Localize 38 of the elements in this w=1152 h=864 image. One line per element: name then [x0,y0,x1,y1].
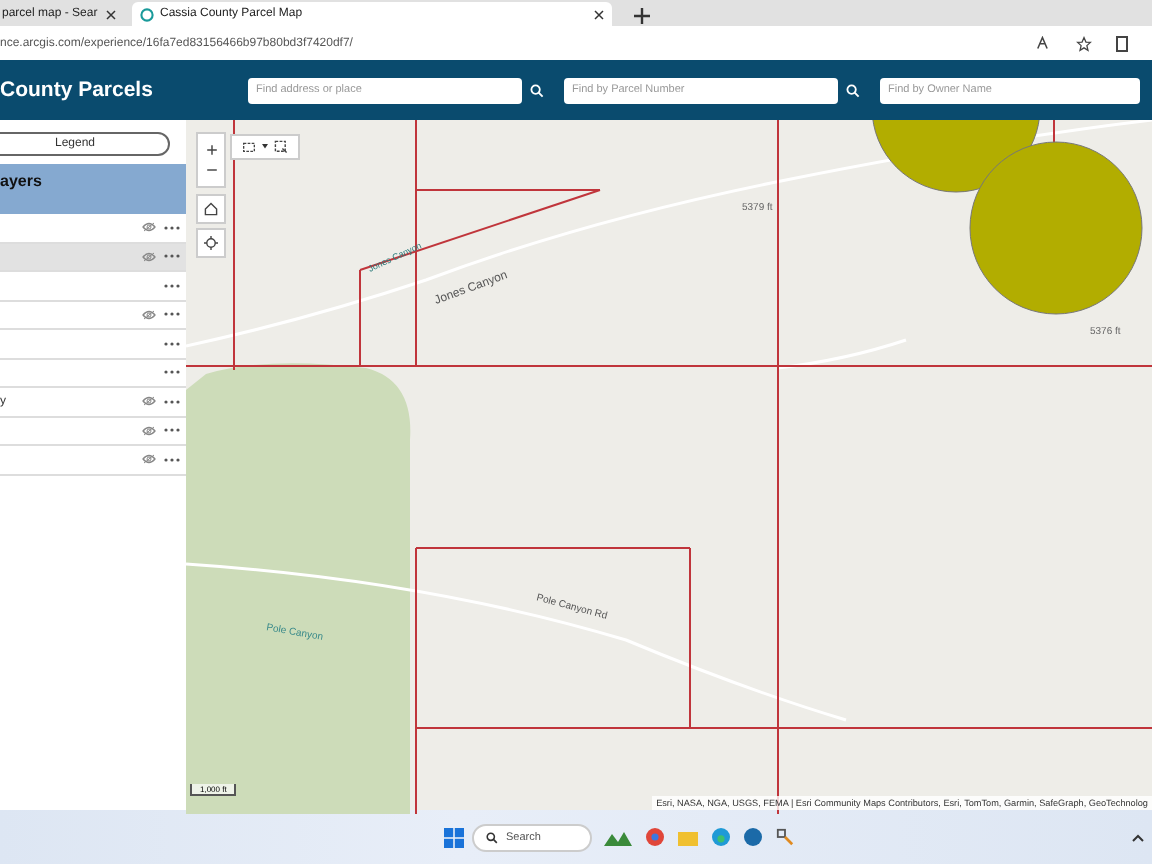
more-options-icon[interactable] [164,254,180,259]
eye-slash-icon[interactable] [142,425,156,436]
sidebar-icon[interactable] [1116,35,1128,51]
more-options-icon[interactable] [164,457,180,462]
home-icon[interactable] [204,202,218,216]
more-options-icon[interactable] [164,399,180,404]
clear-selection-icon[interactable] [274,140,288,154]
search-icon[interactable] [530,83,544,97]
new-tab-icon[interactable] [632,6,652,26]
app-title: County Parcels [0,78,155,102]
more-options-icon[interactable] [164,225,180,230]
close-icon[interactable] [594,9,604,19]
star-icon[interactable] [1076,35,1092,51]
close-icon[interactable] [106,9,116,19]
more-options-icon[interactable] [164,428,180,433]
more-options-icon[interactable] [164,341,180,346]
chevron-up-icon[interactable] [1132,833,1144,841]
zoom-in-icon[interactable] [205,144,217,156]
eye-slash-icon[interactable] [142,309,156,320]
search-icon [486,831,498,843]
eye-slash-icon[interactable] [142,251,156,262]
map-marker-circle[interactable] [969,141,1143,315]
windows-icon[interactable] [444,827,464,847]
eye-slash-icon[interactable] [142,454,156,465]
more-options-icon[interactable] [164,312,180,317]
more-options-icon[interactable] [164,370,180,375]
tool-icon[interactable] [776,828,794,846]
select-icon[interactable] [242,141,256,153]
eye-slash-icon[interactable] [142,396,156,407]
zoom-out-icon[interactable] [205,164,217,176]
panel-title: ayers [0,164,186,214]
locate-icon[interactable] [204,236,218,250]
widget-icon[interactable] [604,829,632,845]
eye-slash-icon[interactable] [142,222,156,233]
more-options-icon[interactable] [164,283,180,288]
search-icon[interactable] [846,83,860,97]
caret-icon[interactable] [262,144,268,150]
read-aloud-icon[interactable] [1036,36,1052,50]
